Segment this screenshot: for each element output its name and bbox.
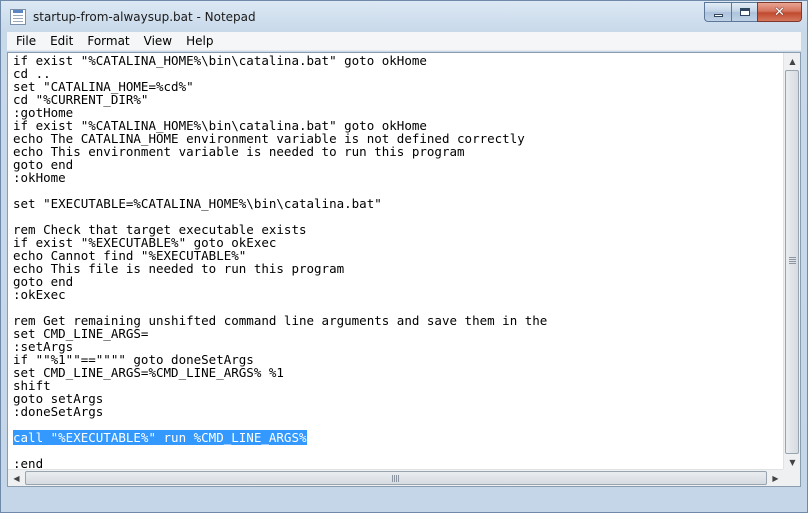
line-text: if exist "%CATALINA_HOME%\bin\catalina.b… <box>13 53 427 68</box>
minimize-icon <box>713 13 723 17</box>
text-line: :doneSetArgs <box>13 405 784 418</box>
menu-file[interactable]: File <box>9 32 43 51</box>
text-line: set CMD_LINE_ARGS= <box>13 327 784 340</box>
menu-bar: File Edit Format View Help <box>7 32 801 51</box>
text-line: if exist "%CATALINA_HOME%\bin\catalina.b… <box>13 54 784 67</box>
vertical-scroll-thumb[interactable] <box>785 70 799 454</box>
line-text: set CMD_LINE_ARGS=%CMD_LINE_ARGS% %1 <box>13 365 284 380</box>
text-line: set CMD_LINE_ARGS=%CMD_LINE_ARGS% %1 <box>13 366 784 379</box>
text-editor[interactable]: if exist "%CATALINA_HOME%\bin\catalina.b… <box>8 53 784 471</box>
text-line: call "%EXECUTABLE%" run %CMD_LINE_ARGS% <box>13 430 784 445</box>
line-text: :okHome <box>13 170 66 185</box>
window-controls: ✕ <box>704 2 802 22</box>
scroll-left-arrow-icon[interactable]: ◀ <box>8 470 25 486</box>
line-text: echo This environment variable is needed… <box>13 144 465 159</box>
text-line: echo This file is needed to run this pro… <box>13 262 784 275</box>
menu-format[interactable]: Format <box>80 32 136 51</box>
close-button[interactable]: ✕ <box>757 2 802 22</box>
text-line: shift <box>13 379 784 392</box>
text-line: goto end <box>13 275 784 288</box>
menu-view[interactable]: View <box>137 32 179 51</box>
line-text: set "EXECUTABLE=%CATALINA_HOME%\bin\cata… <box>13 196 382 211</box>
menu-help[interactable]: Help <box>179 32 220 51</box>
scroll-right-arrow-icon[interactable]: ▶ <box>767 470 784 486</box>
scrollbar-corner <box>783 469 800 486</box>
text-line: :okExec <box>13 288 784 301</box>
window-title: startup-from-alwaysup.bat - Notepad <box>33 10 256 24</box>
text-line: cd "%CURRENT_DIR%" <box>13 93 784 106</box>
text-line: goto setArgs <box>13 392 784 405</box>
line-text: :okExec <box>13 287 66 302</box>
text-line: goto end <box>13 158 784 171</box>
minimize-button[interactable] <box>704 2 731 22</box>
close-icon: ✕ <box>774 4 785 20</box>
maximize-button[interactable] <box>731 2 757 22</box>
text-line <box>13 444 784 457</box>
notepad-window: startup-from-alwaysup.bat - Notepad ✕ Fi… <box>0 0 808 513</box>
maximize-icon <box>739 8 750 16</box>
scroll-up-arrow-icon[interactable]: ▲ <box>784 53 800 70</box>
selected-text: call "%EXECUTABLE%" run %CMD_LINE_ARGS% <box>13 430 307 445</box>
horizontal-scrollbar[interactable]: ◀ ▶ <box>8 469 784 486</box>
notepad-app-icon[interactable] <box>10 9 26 25</box>
title-bar[interactable]: startup-from-alwaysup.bat - Notepad ✕ <box>1 1 807 32</box>
text-line: :okHome <box>13 171 784 184</box>
text-line: set "EXECUTABLE=%CATALINA_HOME%\bin\cata… <box>13 197 784 210</box>
vertical-scrollbar[interactable]: ▲ ▼ <box>783 53 800 471</box>
horizontal-scroll-thumb[interactable] <box>25 471 767 485</box>
line-text: :doneSetArgs <box>13 404 104 419</box>
editor-pane: if exist "%CATALINA_HOME%\bin\catalina.b… <box>7 52 801 487</box>
text-line: echo This environment variable is needed… <box>13 145 784 158</box>
menu-edit[interactable]: Edit <box>43 32 80 51</box>
